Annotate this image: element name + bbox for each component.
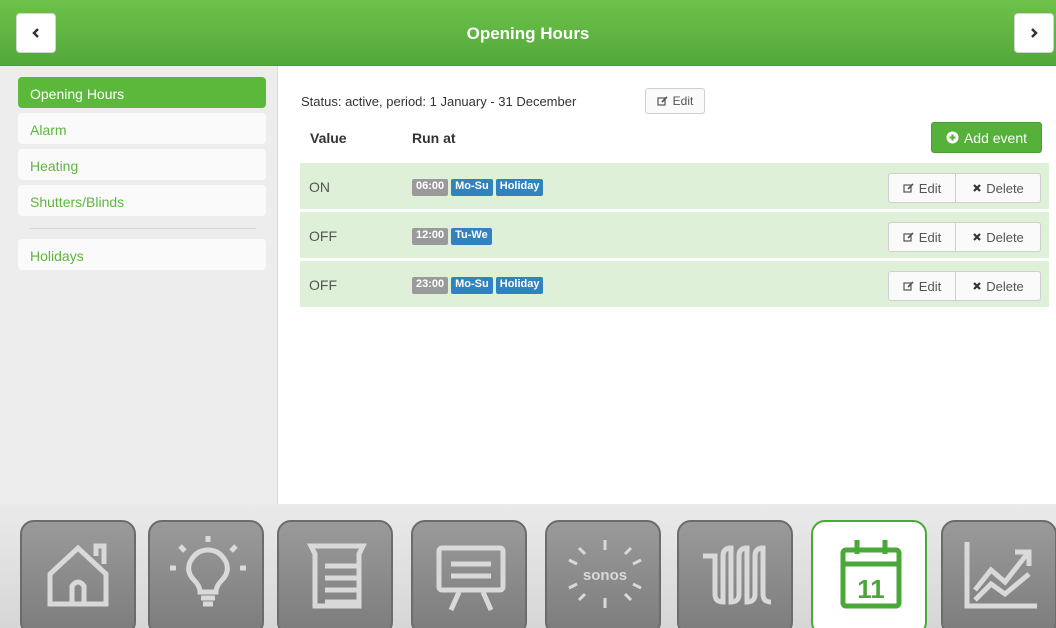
sidebar-item-opening-hours[interactable]: Opening Hours (18, 77, 266, 108)
edit-event-button[interactable]: Edit (888, 271, 956, 301)
time-badge: 12:00 (412, 228, 449, 245)
sidebar-item-shutters-blinds[interactable]: Shutters/Blinds (18, 185, 266, 216)
delete-label: Delete (986, 229, 1024, 245)
edit-label: Edit (918, 229, 942, 245)
status-edit-label: Edit (672, 94, 694, 108)
sidebar-item-label: Holidays (30, 248, 84, 264)
chart-trend-icon (964, 542, 1037, 609)
day-badge: Holiday (495, 179, 544, 196)
page-title: Opening Hours (466, 24, 590, 43)
day-badge: Mo-Su (451, 277, 493, 294)
status-edit-button[interactable]: Edit (645, 88, 705, 114)
edit-event-button[interactable]: Edit (888, 173, 956, 203)
time-badge: 23:00 (412, 277, 449, 294)
dock-tile-blinds[interactable] (277, 520, 393, 628)
sidebar-item-label: Shutters/Blinds (30, 194, 125, 210)
sidebar-item-alarm[interactable]: Alarm (18, 113, 266, 144)
chevron-right-icon (1031, 28, 1038, 38)
heating-radiator-icon (703, 545, 772, 605)
sidebar-divider (30, 228, 256, 229)
close-icon (973, 184, 981, 192)
edit-icon (903, 232, 914, 242)
calendar-icon: 11 (840, 540, 902, 609)
delete-label: Delete (986, 278, 1024, 294)
delete-event-button[interactable]: Delete (955, 222, 1041, 252)
event-value: OFF (309, 277, 337, 293)
presentation-screen-icon (436, 545, 506, 612)
dock-tile-calendar[interactable]: 11 (811, 520, 927, 628)
column-header-value: Value (310, 130, 347, 146)
plus-circle-icon (946, 131, 959, 144)
header-bar: Opening Hours (0, 0, 1056, 66)
edit-icon (903, 183, 914, 193)
event-schedule: 06:00 Mo-Su Holiday (412, 179, 544, 196)
calendar-day-label: 11 (857, 574, 885, 604)
delete-event-button[interactable]: Delete (955, 173, 1041, 203)
edit-event-button[interactable]: Edit (888, 222, 956, 252)
dock-tile-presentation[interactable] (411, 520, 527, 628)
event-schedule: 23:00 Mo-Su Holiday (412, 277, 544, 294)
add-event-label: Add event (963, 129, 1028, 146)
sidebar-item-label: Heating (30, 158, 79, 174)
sidebar-item-label: Opening Hours (30, 86, 125, 102)
status-line: Status: active, period: 1 January - 31 D… (301, 93, 576, 109)
edit-icon (657, 96, 668, 106)
edit-label: Edit (918, 180, 942, 196)
table-row: OFF 23:00 Mo-Su Holiday Edit Delete (300, 261, 1049, 309)
day-badge: Mo-Su (451, 179, 493, 196)
close-icon (973, 233, 981, 241)
delete-label: Delete (986, 180, 1024, 196)
column-header-run-at: Run at (412, 130, 456, 146)
event-value: OFF (309, 228, 337, 244)
edit-label: Edit (918, 278, 942, 294)
dock-tile-sonos[interactable]: sonos (545, 520, 661, 628)
table-row: ON 06:00 Mo-Su Holiday Edit Delete (300, 163, 1049, 211)
sidebar-item-holidays[interactable]: Holidays (18, 239, 266, 270)
sidebar-item-label: Alarm (30, 122, 67, 138)
table-row: OFF 12:00 Tu-We Edit Delete (300, 212, 1049, 260)
sidebar-item-heating[interactable]: Heating (18, 149, 266, 180)
day-badge: Tu-We (451, 228, 492, 245)
dock-tile-statistics[interactable] (941, 520, 1056, 628)
dock-tile-home[interactable] (20, 520, 136, 628)
lightbulb-icon (170, 536, 246, 607)
sonos-label: sonos (583, 567, 627, 584)
blinds-icon (306, 543, 368, 609)
bottom-dock: sonos 11 (0, 504, 1056, 628)
home-icon (47, 543, 109, 607)
dock-tile-heating[interactable] (677, 520, 793, 628)
dock-tile-lighting[interactable] (148, 520, 264, 628)
status-text: Status: active, period: 1 January - 31 D… (301, 94, 577, 109)
event-schedule: 12:00 Tu-We (412, 228, 492, 245)
forward-button[interactable] (1014, 13, 1054, 53)
delete-event-button[interactable]: Delete (955, 271, 1041, 301)
close-icon (973, 282, 981, 290)
day-badge: Holiday (495, 277, 544, 294)
time-badge: 06:00 (412, 179, 449, 196)
add-event-button[interactable]: Add event (931, 122, 1042, 153)
event-value: ON (309, 179, 330, 195)
sonos-icon: sonos (568, 540, 642, 608)
edit-icon (903, 281, 914, 291)
